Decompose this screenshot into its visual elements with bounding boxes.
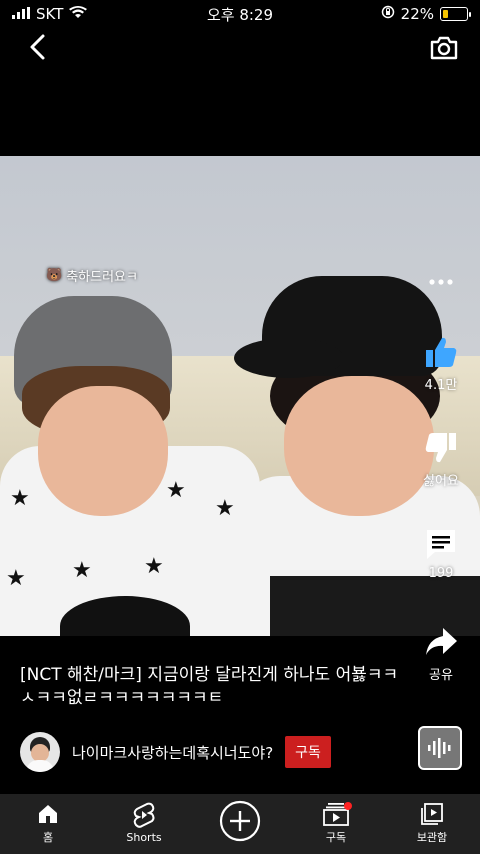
video-caption-sticker: 🐻 축하드러요ㅋ bbox=[46, 266, 138, 285]
comments-button[interactable]: 199 bbox=[402, 526, 480, 581]
channel-avatar[interactable] bbox=[20, 732, 60, 772]
thumbs-down-icon bbox=[425, 433, 456, 463]
dislike-button[interactable]: 싫어요 bbox=[402, 430, 480, 489]
shorts-icon bbox=[133, 802, 155, 828]
carrier-name: SKT bbox=[36, 5, 64, 23]
battery-icon bbox=[440, 7, 471, 21]
more-horizontal-icon bbox=[429, 279, 453, 285]
share-button[interactable]: 공유 bbox=[402, 624, 480, 683]
sticker-text: 축하드러요ㅋ bbox=[66, 270, 138, 285]
nav-library[interactable]: 보관함 bbox=[384, 794, 480, 854]
status-right: 22% bbox=[381, 5, 471, 23]
comment-icon bbox=[427, 530, 455, 559]
camera-button[interactable] bbox=[428, 32, 460, 64]
audio-waveform-icon bbox=[428, 738, 451, 758]
nav-shorts[interactable]: Shorts bbox=[96, 794, 192, 854]
nav-library-label: 보관함 bbox=[416, 831, 448, 844]
bear-emoji-icon: 🐻 bbox=[46, 268, 63, 283]
share-icon bbox=[426, 628, 457, 655]
bottom-nav: 홈 Shorts 구독 보관함 bbox=[0, 794, 480, 854]
signal-icon bbox=[12, 5, 30, 23]
home-icon bbox=[39, 805, 57, 823]
nav-subscriptions-label: 구독 bbox=[325, 831, 347, 844]
library-icon bbox=[421, 803, 443, 825]
nav-create[interactable] bbox=[192, 794, 288, 854]
battery-tip bbox=[469, 12, 471, 17]
comment-count: 199 bbox=[428, 566, 454, 581]
channel-name[interactable]: 나이마크사랑하는데혹시너도야? bbox=[72, 742, 273, 763]
nav-subscriptions[interactable]: 구독 bbox=[288, 794, 384, 854]
battery-fill bbox=[443, 10, 448, 18]
wifi-icon bbox=[69, 5, 88, 23]
notification-dot bbox=[344, 802, 352, 810]
share-label: 공유 bbox=[429, 668, 453, 683]
status-left: SKT bbox=[12, 5, 88, 23]
camera-icon bbox=[430, 36, 458, 60]
nav-home[interactable]: 홈 bbox=[0, 794, 96, 854]
back-button[interactable] bbox=[22, 32, 52, 62]
nav-home-label: 홈 bbox=[42, 831, 54, 844]
more-options-button[interactable] bbox=[402, 278, 480, 290]
channel-row: 나이마크사랑하는데혹시너도야? 구독 bbox=[20, 732, 331, 772]
chevron-left-icon bbox=[30, 34, 45, 60]
subscribe-button[interactable]: 구독 bbox=[285, 736, 331, 768]
video-person-left: ★ ★ ★ ★ ★ ★ bbox=[0, 296, 260, 636]
status-bar: SKT 오후 8:29 22% bbox=[0, 0, 480, 28]
video-title[interactable]: [NCT 해찬/마크] 지금이랑 달라진게 하나도 어뵳ㅋㅋㅅㅋㅋ없ㄹㅋㅋㅋㅋㅋ… bbox=[20, 664, 400, 710]
orientation-lock-icon bbox=[381, 5, 395, 23]
dislike-label: 싫어요 bbox=[423, 474, 459, 489]
nav-shorts-label: Shorts bbox=[126, 831, 162, 844]
top-nav bbox=[0, 30, 480, 66]
plus-circle-icon bbox=[219, 800, 261, 842]
like-count: 4.1만 bbox=[424, 378, 458, 393]
battery-percent: 22% bbox=[400, 5, 434, 23]
like-button[interactable]: 4.1만 bbox=[402, 334, 480, 393]
sound-thumbnail[interactable] bbox=[418, 726, 462, 770]
thumbs-up-icon bbox=[426, 337, 457, 367]
